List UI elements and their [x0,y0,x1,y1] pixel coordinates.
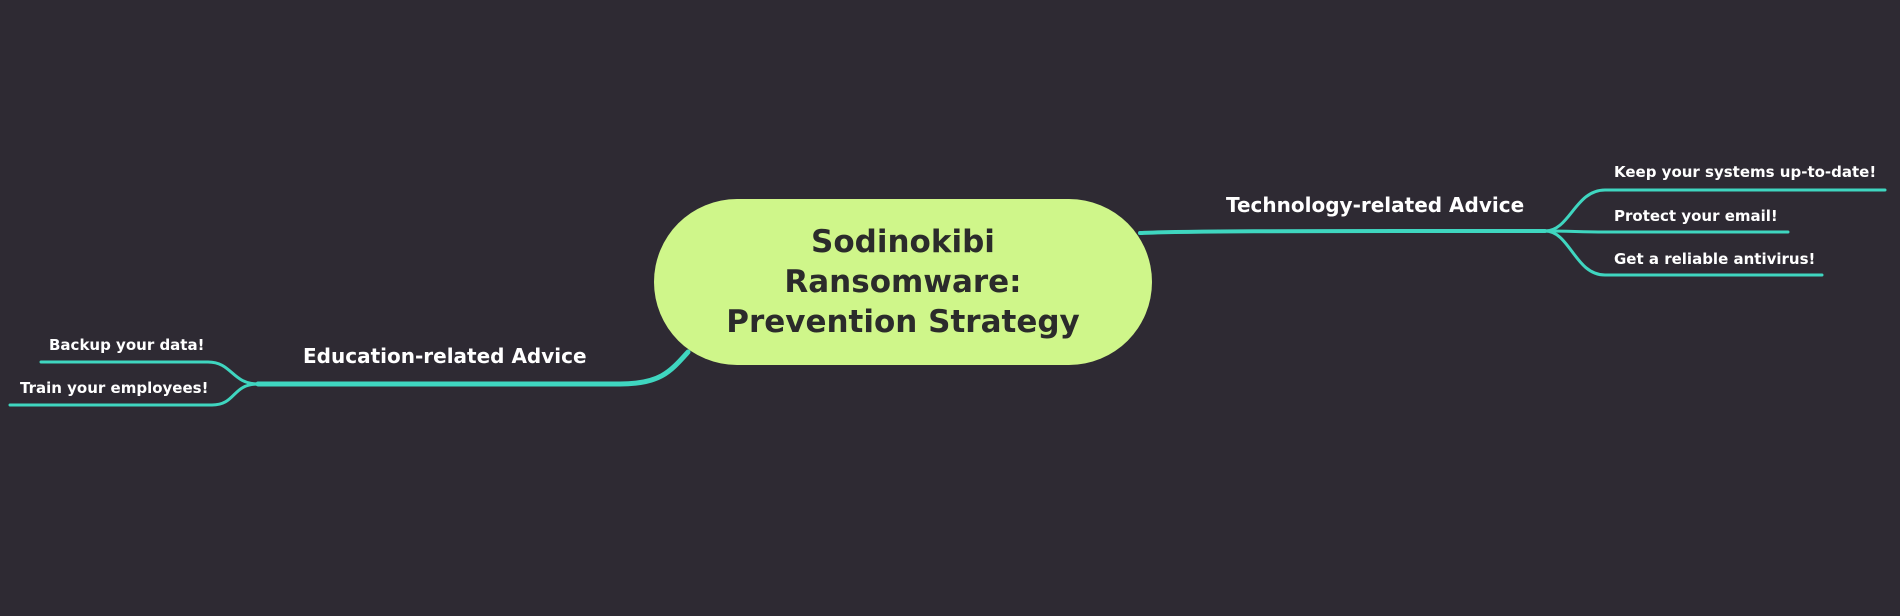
connector-central-technology [1138,229,1547,235]
central-topic-title: Sodinokibi Ransomware: Prevention Strate… [726,224,1080,340]
connector-tech-leaf-2 [1543,229,1790,234]
leaf-protect-email[interactable]: Protect your email! [1614,207,1778,225]
central-topic-node[interactable]: Sodinokibi Ransomware: Prevention Strate… [654,199,1152,365]
leaf-train-employees[interactable]: Train your employees! [20,379,208,397]
leaf-keep-systems-updated[interactable]: Keep your systems up-to-date! [1614,163,1876,181]
branch-education-label[interactable]: Education-related Advice [303,344,587,368]
leaf-reliable-antivirus[interactable]: Get a reliable antivirus! [1614,250,1815,268]
branch-technology-label[interactable]: Technology-related Advice [1226,193,1524,217]
mindmap-canvas: Sodinokibi Ransomware: Prevention Strate… [0,0,1900,616]
leaf-backup-data[interactable]: Backup your data! [49,336,204,354]
